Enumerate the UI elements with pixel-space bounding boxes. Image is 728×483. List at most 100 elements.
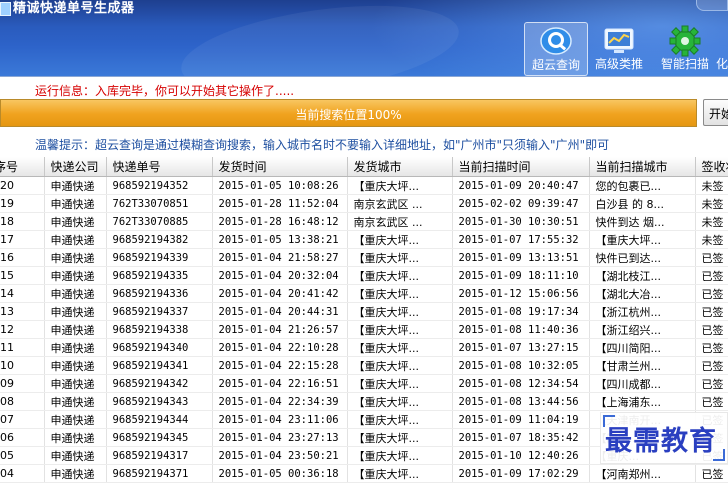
- table-row[interactable]: 18 申通快递 762T33070885 2015-01-28 16:48:12 南京玄…: [0, 212, 728, 231]
- column-header[interactable]: 序号: [0, 157, 45, 177]
- column-header[interactable]: 当前扫描城市: [589, 157, 696, 177]
- table-cell: 2015-01-07 13:27:15: [452, 338, 590, 357]
- table-cell: 968592194335: [106, 266, 213, 285]
- column-header[interactable]: 快递公司: [44, 157, 107, 177]
- table-cell: 申通快递: [44, 284, 107, 303]
- watermark: 最需教育: [600, 412, 728, 464]
- table-cell: 11: [0, 338, 45, 357]
- toolbar-cloud-search-button[interactable]: 超云查询: [524, 22, 588, 76]
- table-cell: 2015-01-30 10:30:51: [452, 212, 590, 231]
- table-row[interactable]: 09 申通快递 968592194342 2015-01-04 22:16:51 【重庆…: [0, 374, 728, 393]
- column-header[interactable]: 签收状: [695, 157, 728, 177]
- table-cell: 2015-01-04 20:32:04: [212, 266, 348, 285]
- column-header[interactable]: 当前扫描时间: [452, 157, 590, 177]
- table-cell: 【重庆大坪...: [347, 230, 453, 249]
- table-cell: 08: [0, 392, 45, 411]
- toolbar-advanced-infer-button[interactable]: 高级类推: [588, 22, 650, 74]
- table-row[interactable]: 19 申通快递 762T33070851 2015-01-28 11:52:04 南京玄…: [0, 194, 728, 213]
- table-row[interactable]: 10 申通快递 968592194341 2015-01-04 22:15:28 【重庆…: [0, 356, 728, 375]
- table-cell: 968592194337: [106, 302, 213, 321]
- table-cell: 968592194343: [106, 392, 213, 411]
- table-cell: 968592194317: [106, 446, 213, 465]
- table-cell: 申通快递: [44, 446, 107, 465]
- table-cell: 968592194382: [106, 230, 213, 249]
- table-cell: 【河南郑州...: [589, 464, 696, 483]
- table-cell: 已签: [695, 392, 728, 411]
- column-header[interactable]: 快递单号: [106, 157, 213, 177]
- table-cell: 【重庆大坪...: [347, 248, 453, 267]
- table-cell: 2015-01-09 11:04:19: [452, 410, 590, 429]
- toolbar-extra-button[interactable]: 化: [716, 22, 728, 74]
- table-cell: 13: [0, 302, 45, 321]
- table-cell: 968592194336: [106, 284, 213, 303]
- table-row[interactable]: 08 申通快递 968592194343 2015-01-04 22:34:39 【重庆…: [0, 392, 728, 411]
- table-row[interactable]: 16 申通快递 968592194339 2015-01-04 21:58:27 【重庆…: [0, 248, 728, 267]
- table-row[interactable]: 04 申通快递 968592194371 2015-01-05 00:36:18 【重庆…: [0, 464, 728, 483]
- table-cell: 2015-01-28 16:48:12: [212, 212, 348, 231]
- table-cell: 【重庆大坪...: [347, 266, 453, 285]
- table-cell: 2015-01-04 20:44:31: [212, 302, 348, 321]
- table-cell: 申通快递: [44, 194, 107, 213]
- table-cell: 已签: [695, 248, 728, 267]
- table-row[interactable]: 17 申通快递 968592194382 2015-01-05 13:38:21 【重庆…: [0, 230, 728, 249]
- table-cell: 2015-01-28 11:52:04: [212, 194, 348, 213]
- table-cell: 968592194339: [106, 248, 213, 267]
- table-cell: 【重庆大坪...: [347, 428, 453, 447]
- table-cell: 快件已到达...: [589, 248, 696, 267]
- toolbar-smart-scan-button[interactable]: 智能扫描: [654, 22, 716, 74]
- toolbar-label: 智能扫描: [660, 57, 709, 71]
- table-cell: 【湖北枝江...: [589, 266, 696, 285]
- column-header[interactable]: 发货城市: [347, 157, 453, 177]
- table-cell: 14: [0, 284, 45, 303]
- column-header[interactable]: 发货时间: [212, 157, 348, 177]
- table-row[interactable]: 14 申通快递 968592194336 2015-01-04 20:41:42 【重庆…: [0, 284, 728, 303]
- table-cell: 968592194338: [106, 320, 213, 339]
- table-cell: 2015-01-04 22:15:28: [212, 356, 348, 375]
- table-cell: 2015-01-04 22:34:39: [212, 392, 348, 411]
- table-cell: 已签: [695, 374, 728, 393]
- table-cell: 2015-01-07 18:35:42: [452, 428, 590, 447]
- table-cell: 申通快递: [44, 356, 107, 375]
- table-cell: 2015-01-08 12:34:54: [452, 374, 590, 393]
- table-cell: 【湖北大冶...: [589, 284, 696, 303]
- table-cell: 968592194340: [106, 338, 213, 357]
- table-cell: 南京玄武区 ...: [347, 212, 453, 231]
- table-cell: 2015-01-05 10:08:26: [212, 176, 348, 195]
- table-cell: 未签: [695, 212, 728, 231]
- watermark-text: 最需教育: [605, 426, 717, 457]
- table-cell: 申通快递: [44, 302, 107, 321]
- table-cell: 18: [0, 212, 45, 231]
- table-cell: 已签: [695, 266, 728, 285]
- toolbar-label: 高级类推: [594, 57, 643, 71]
- table-header-row: 序号快递公司快递单号发货时间发货城市当前扫描时间当前扫描城市签收状: [0, 157, 728, 177]
- table-cell: 2015-01-04 23:11:06: [212, 410, 348, 429]
- app-icon: [0, 2, 11, 16]
- table-row[interactable]: 20 申通快递 968592194352 2015-01-05 10:08:26 【重庆…: [0, 176, 728, 195]
- start-button[interactable]: 开始: [703, 99, 728, 126]
- cloud-search-icon: [539, 26, 573, 59]
- table-cell: 您的包裹已...: [589, 176, 696, 195]
- table-cell: 已签: [695, 464, 728, 483]
- table-row[interactable]: 12 申通快递 968592194338 2015-01-04 21:26:57 【重庆…: [0, 320, 728, 339]
- table-cell: 【甘肃兰州...: [589, 356, 696, 375]
- table-cell: 2015-01-05 00:36:18: [212, 464, 348, 483]
- table-cell: 2015-01-04 23:50:21: [212, 446, 348, 465]
- table-row[interactable]: 15 申通快递 968592194335 2015-01-04 20:32:04 【重庆…: [0, 266, 728, 285]
- table-cell: 2015-01-05 13:38:21: [212, 230, 348, 249]
- table-cell: 968592194352: [106, 176, 213, 195]
- table-cell: 申通快递: [44, 248, 107, 267]
- table-cell: 10: [0, 356, 45, 375]
- table-cell: 【重庆大坪...: [347, 176, 453, 195]
- table-cell: 申通快递: [44, 428, 107, 447]
- table-cell: 04: [0, 464, 45, 483]
- table-cell: 2015-01-07 17:55:32: [452, 230, 590, 249]
- title-bar: 精诚快递单号生成器 超云查询 高级类推 智能扫描 化: [0, 0, 728, 76]
- table-cell: 【重庆大坪...: [347, 356, 453, 375]
- table-cell: 已签: [695, 320, 728, 339]
- window-control-button[interactable]: [696, 0, 728, 11]
- toolbar-label: 超云查询: [531, 58, 580, 72]
- table-row[interactable]: 13 申通快递 968592194337 2015-01-04 20:44:31 【重庆…: [0, 302, 728, 321]
- search-progress-bar: 当前搜索位置100%: [0, 99, 697, 127]
- status-message: 运行信息：入库完毕，你可以开始其它操作了.....: [35, 84, 295, 98]
- table-row[interactable]: 11 申通快递 968592194340 2015-01-04 22:10:28 【重庆…: [0, 338, 728, 357]
